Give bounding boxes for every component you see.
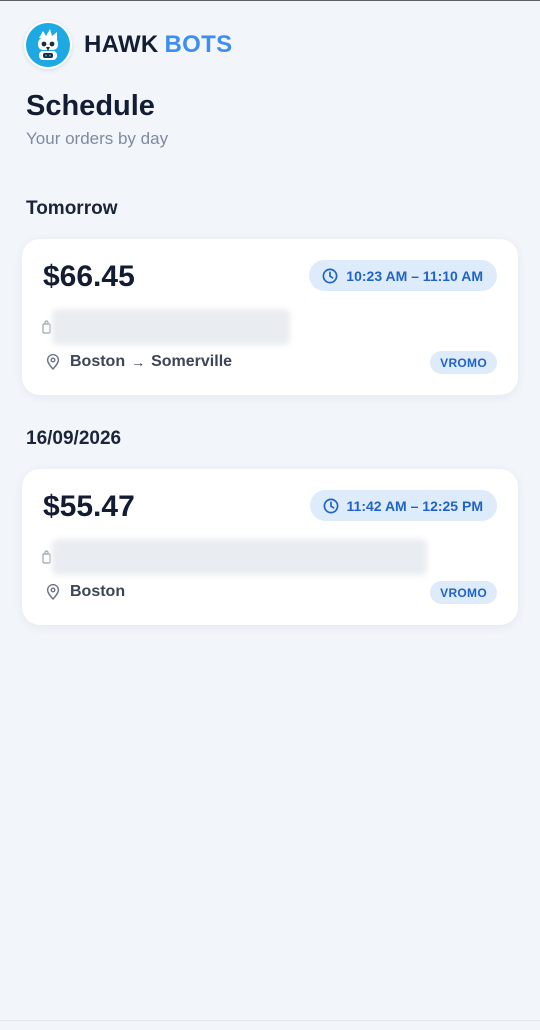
location-pin-icon — [46, 354, 60, 370]
day-header: 16/09/2026 — [26, 428, 122, 449]
order-price: $66.45 — [43, 260, 135, 293]
hawk-robot-logo-icon — [24, 21, 72, 69]
brand-name-part2: BOTS — [164, 31, 233, 58]
redacted-address-block — [52, 309, 290, 345]
app-brand: HAWK BOTS — [24, 21, 232, 69]
order-details-redacted — [42, 309, 290, 345]
route-pickup: Boston — [70, 353, 126, 370]
platform-badge: VROMO — [430, 581, 497, 604]
platform-badge: VROMO — [430, 351, 497, 374]
day-header: Tomorrow — [26, 198, 118, 219]
status-divider — [0, 0, 540, 1]
route: Boston — [46, 583, 125, 601]
time-window-pill: 10:23 AM – 11:10 AM — [309, 260, 497, 291]
route: Boston → Somerville — [46, 353, 232, 371]
location-pin-icon — [46, 584, 60, 600]
order-details-redacted — [42, 539, 427, 575]
order-card[interactable]: $55.47 11:42 AM – 12:25 PM Boston VROMO — [22, 469, 518, 625]
clock-icon — [323, 498, 339, 514]
bag-icon — [42, 550, 51, 564]
route-dropoff: Somerville — [151, 353, 233, 370]
bottom-divider — [0, 1020, 540, 1021]
route-arrow: → — [131, 354, 146, 370]
page-title: Schedule — [26, 90, 155, 122]
brand-name-part1: HAWK — [84, 31, 159, 58]
route-pickup: Boston — [70, 583, 126, 600]
bag-icon — [42, 320, 51, 334]
order-card[interactable]: $66.45 10:23 AM – 11:10 AM Boston → Some… — [22, 239, 518, 395]
brand-name: HAWK BOTS — [84, 31, 232, 59]
time-window-text: 10:23 AM – 11:10 AM — [346, 267, 483, 284]
page-subtitle: Your orders by day — [26, 129, 169, 148]
time-window-text: 11:42 AM – 12:25 PM — [346, 497, 483, 514]
clock-icon — [322, 268, 338, 284]
time-window-pill: 11:42 AM – 12:25 PM — [309, 490, 497, 521]
redacted-address-block — [52, 539, 427, 575]
order-price: $55.47 — [43, 490, 135, 523]
